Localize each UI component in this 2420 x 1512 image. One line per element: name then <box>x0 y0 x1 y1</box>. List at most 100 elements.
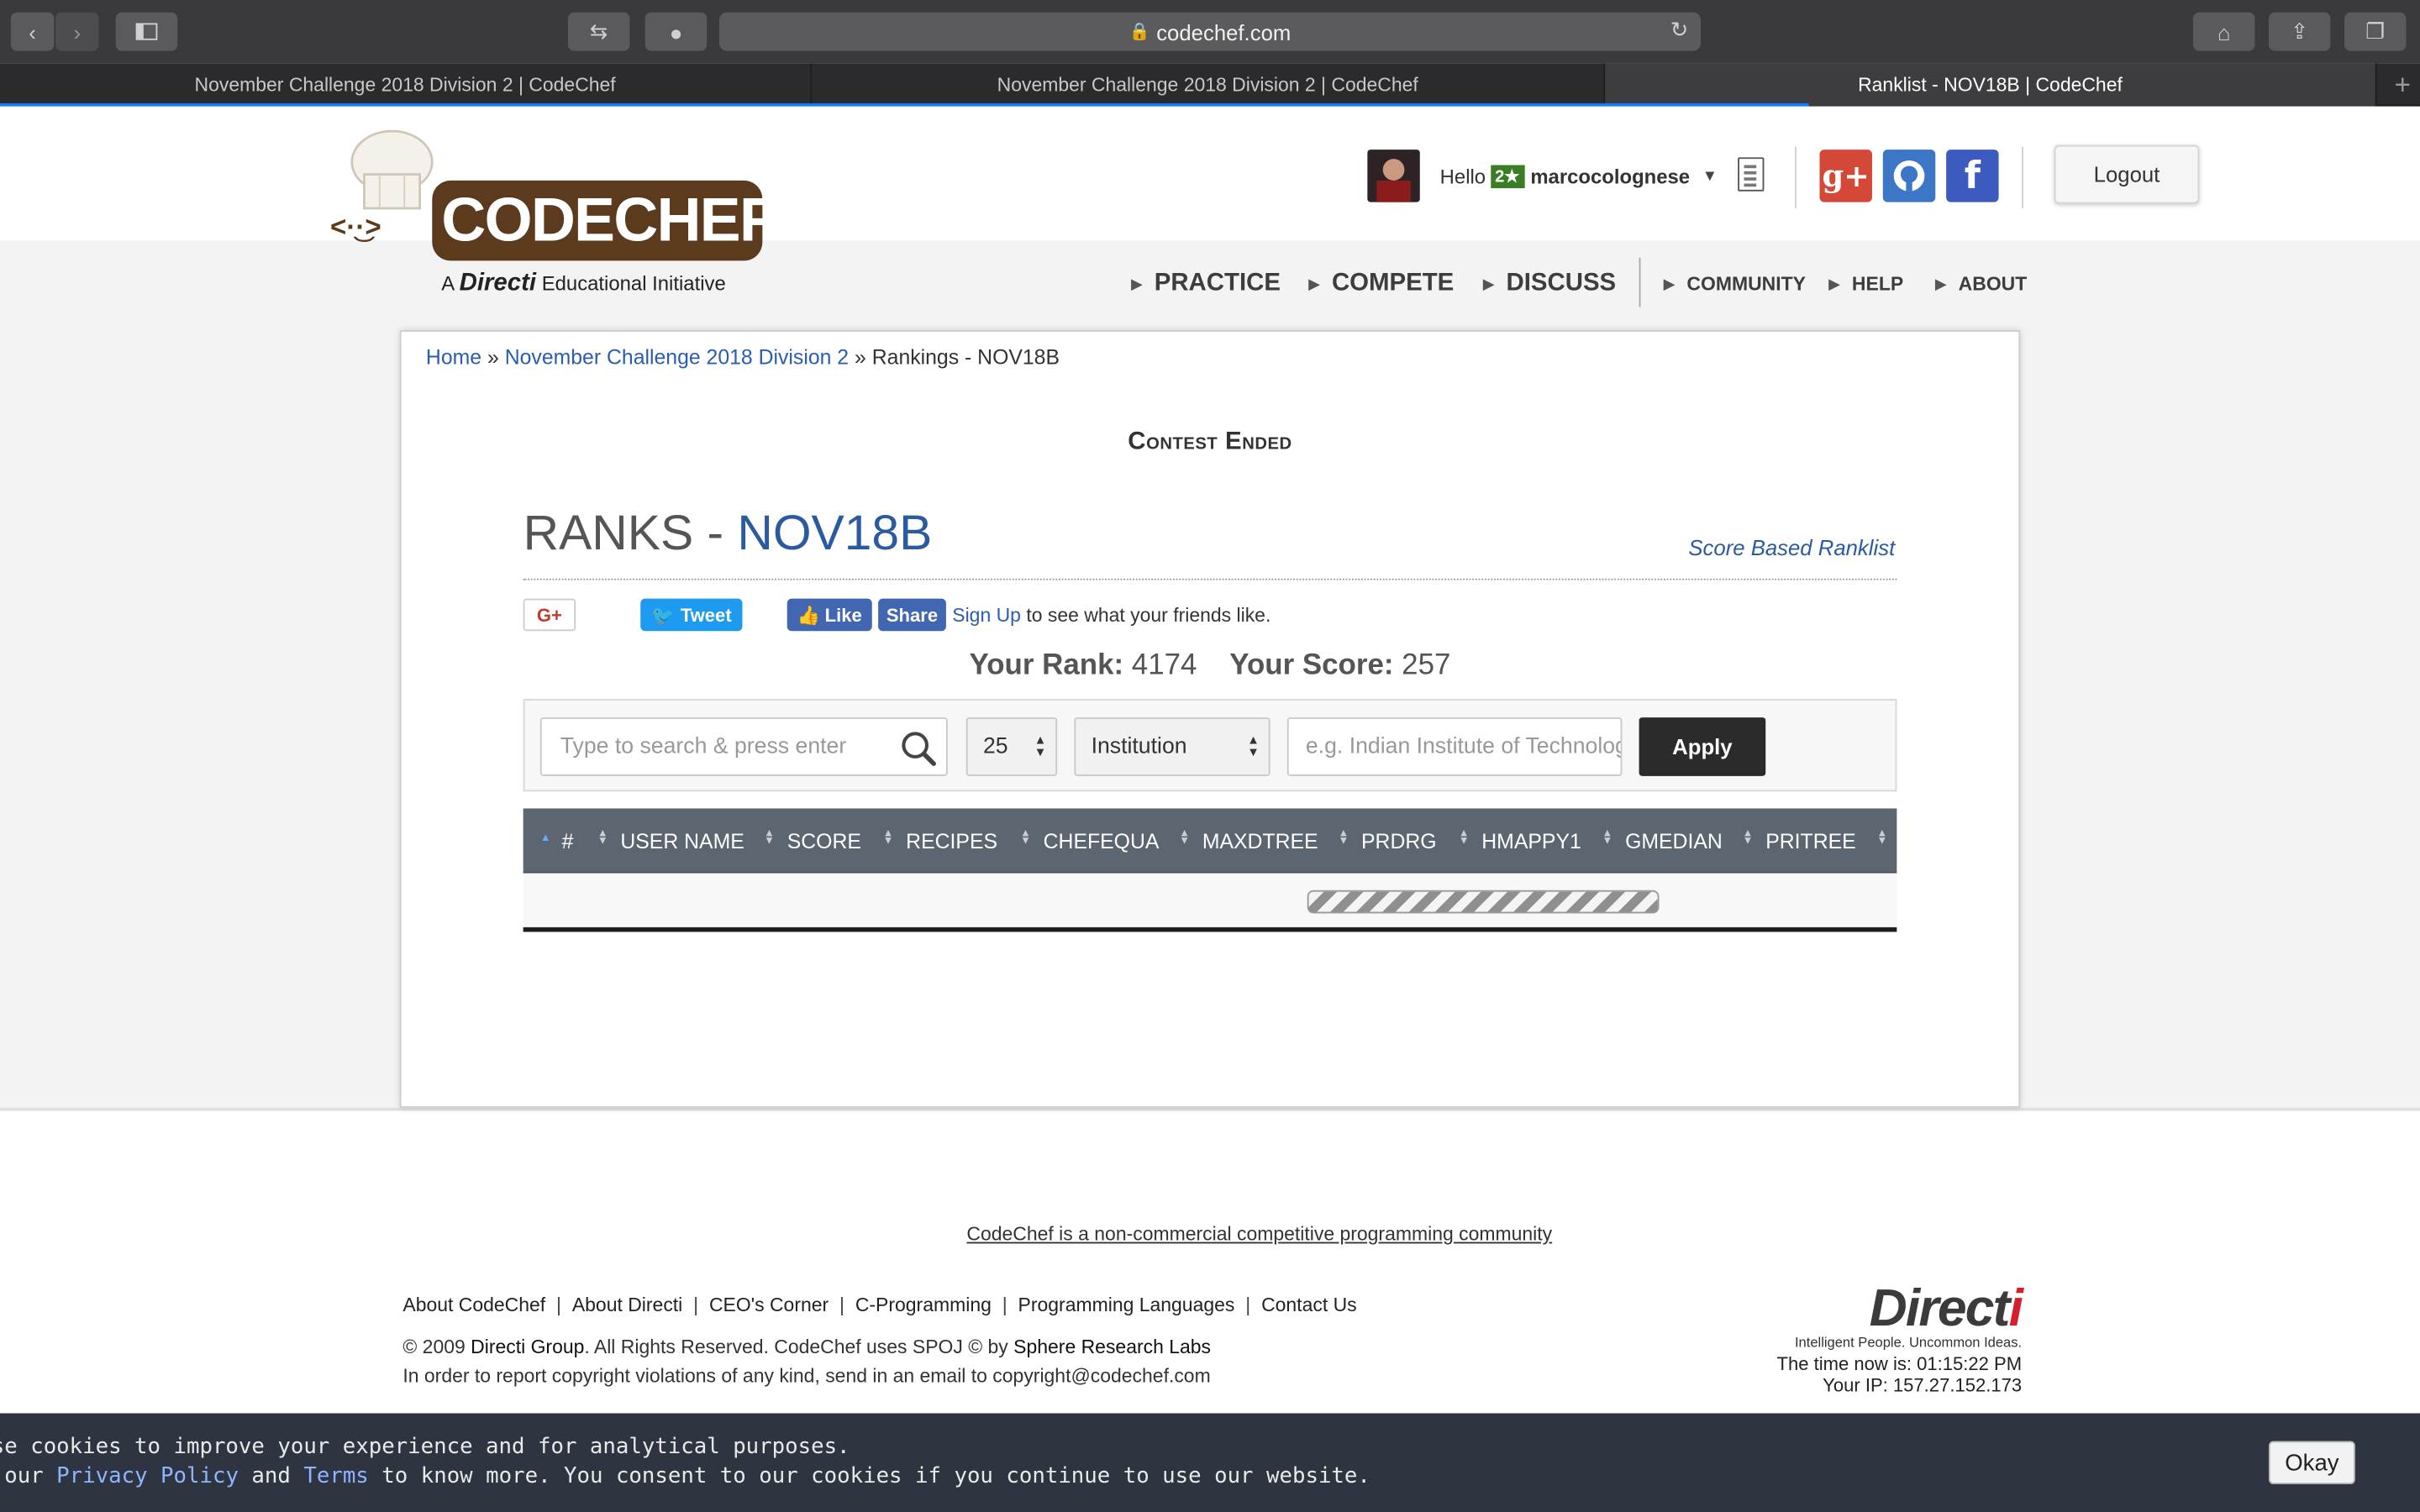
nav-label: ABOUT <box>1958 273 2028 295</box>
your-rank-score: Your Rank: 4174 Your Score: 257 <box>0 649 2420 683</box>
facebook-icon[interactable]: f <box>1946 150 1999 202</box>
tweet-button[interactable]: 🐦 Tweet <box>640 598 743 632</box>
contest-status: Contest Ended <box>1128 428 1292 455</box>
address-bar[interactable]: 🔒 codechef.com ↻ <box>718 12 1702 51</box>
column-hmappy1[interactable]: HMAPPY1 <box>1481 808 1581 873</box>
twitter-bird-icon: 🐦 <box>651 604 675 626</box>
sort-icon[interactable]: ▲ ▼ <box>1338 828 1349 847</box>
column-pritree[interactable]: PRITREE <box>1765 808 1855 873</box>
privacy-policy-link[interactable]: Privacy Policy <box>56 1464 239 1488</box>
nav-practice[interactable]: ▶ PRACTICE <box>1131 269 1281 300</box>
home-button[interactable]: ⌂ <box>2192 12 2255 51</box>
nav-community[interactable]: ▶ COMMUNITY <box>1664 269 1806 300</box>
tabs-overview-button[interactable]: ❐ <box>2344 12 2407 51</box>
new-tab-button[interactable]: + <box>2395 70 2411 102</box>
username[interactable]: marcocolognese <box>1530 165 1690 188</box>
sort-icon[interactable]: ▲ ▼ <box>1179 828 1190 847</box>
share-button[interactable]: ⇪ <box>2268 12 2331 51</box>
directi-group-link[interactable]: Directi Group <box>471 1336 584 1358</box>
nav-compete[interactable]: ▶ COMPETE <box>1309 269 1455 300</box>
directi-logo[interactable]: Directi <box>1775 1282 2023 1334</box>
github-icon[interactable] <box>1882 150 1936 202</box>
page-size-value: 25 <box>982 734 1008 759</box>
score-based-ranklist-link[interactable]: Score Based Ranklist <box>1688 535 1895 559</box>
nav-help[interactable]: ▶ HELP <box>1829 269 1904 300</box>
footer-link-c-programming[interactable]: C-Programming <box>855 1294 992 1316</box>
your-rank-value: 4174 <box>1131 649 1197 682</box>
back-button[interactable]: ‹ <box>10 12 55 51</box>
tabs-icon: ❐ <box>2365 18 2386 44</box>
sort-icon[interactable]: ▲ ▼ <box>1743 828 1754 847</box>
column-chefequa[interactable]: CHEFEQUA <box>1044 808 1160 873</box>
tab-2[interactable]: November Challenge 2018 Division 2 | Cod… <box>812 63 1606 107</box>
sort-icon[interactable]: ▲ ▼ <box>1602 828 1613 847</box>
column-label: PRITREE <box>1765 829 1856 853</box>
sort-icon[interactable]: ▲ ▼ <box>883 828 894 847</box>
avatar[interactable] <box>1367 150 1420 202</box>
breadcrumb-contest[interactable]: November Challenge 2018 Division 2 <box>505 345 849 369</box>
cookie-okay-button[interactable]: Okay <box>2268 1441 2355 1484</box>
your-score-label: Your Score: <box>1229 649 1394 682</box>
reload-icon[interactable]: ↻ <box>1670 17 1689 43</box>
column-label: USER NAME <box>620 829 744 853</box>
group-select[interactable]: Institution ▲ ▼ <box>1074 717 1270 776</box>
footer-link-about-directi[interactable]: About Directi <box>572 1294 682 1316</box>
institution-input[interactable]: e.g. Indian Institute of Technolog <box>1286 717 1623 776</box>
sort-asc-icon[interactable]: ▲ <box>540 833 551 844</box>
nav-label: HELP <box>1851 273 1904 295</box>
column-rank[interactable]: # <box>562 808 574 873</box>
codechef-logo[interactable]: <·͜·> CODECHEF A Directi Educational Ini… <box>330 128 777 301</box>
nav-about[interactable]: ▶ ABOUT <box>1935 269 2027 300</box>
google-plus-icon[interactable]: g+ <box>1819 150 1872 202</box>
nav-divider <box>1639 257 1641 307</box>
sphere-research-link[interactable]: Sphere Research Labs <box>1013 1336 1211 1358</box>
column-gmedian[interactable]: GMEDIAN <box>1625 808 1723 873</box>
terms-link[interactable]: Terms <box>303 1464 368 1488</box>
page-size-select[interactable]: 25 ▲ ▼ <box>965 717 1058 776</box>
thumbs-up-icon: 👍 <box>797 604 821 626</box>
search-icon[interactable] <box>900 730 937 767</box>
tab-1[interactable]: November Challenge 2018 Division 2 | Cod… <box>0 63 813 107</box>
facebook-signup-link[interactable]: Sign Up <box>952 604 1021 626</box>
nav-label: COMMUNITY <box>1686 273 1806 295</box>
user-menu[interactable]: Hello 2★ marcocolognese ▼ <box>1367 150 1718 202</box>
breadcrumb-sep: » <box>855 345 866 369</box>
tab-3-active[interactable]: Ranklist - NOV18B | CodeChef <box>1605 63 2377 107</box>
column-prdrg[interactable]: PRDRG <box>1361 808 1437 873</box>
facebook-like-button[interactable]: 👍 Like <box>786 598 872 632</box>
sort-icon[interactable]: ▲ ▼ <box>1459 828 1470 847</box>
url-text: codechef.com <box>1156 18 1292 45</box>
facebook-share-button[interactable]: Share <box>878 598 946 632</box>
breadcrumb-current: Rankings - NOV18B <box>871 345 1060 369</box>
column-maxdtree[interactable]: MAXDTREE <box>1202 808 1318 873</box>
contest-code: NOV18B <box>737 504 933 560</box>
share-icon: ⇪ <box>2290 18 2309 44</box>
column-username[interactable]: USER NAME <box>620 808 744 873</box>
footer-link-contact-us[interactable]: Contact Us <box>1261 1294 1357 1316</box>
caret-down-icon[interactable]: ▼ <box>1702 167 1718 184</box>
notes-icon[interactable] <box>1738 157 1765 192</box>
forward-button[interactable]: › <box>55 12 99 51</box>
google-plus-share-button[interactable]: G+ <box>523 598 576 632</box>
column-recipes[interactable]: RECIPES <box>906 808 997 873</box>
sidebar-toggle-button[interactable] <box>115 12 178 51</box>
footer-link-programming-languages[interactable]: Programming Languages <box>1018 1294 1235 1316</box>
extension-button[interactable]: ● <box>644 12 708 51</box>
column-label: # <box>561 829 574 853</box>
apply-button[interactable]: Apply <box>1639 717 1766 776</box>
sort-icon[interactable]: ▲ ▼ <box>1876 828 1887 847</box>
reader-button[interactable]: ⇆ <box>567 12 630 51</box>
community-link[interactable]: CodeChef is a non-commercial competitive… <box>0 1224 2420 1246</box>
search-input[interactable]: Type to search & press enter <box>539 717 948 776</box>
footer-link-ceo-corner[interactable]: CEO's Corner <box>709 1294 829 1316</box>
sort-icon[interactable]: ▲ ▼ <box>1020 828 1031 847</box>
nav-discuss[interactable]: ▶ DISCUSS <box>1483 269 1616 300</box>
footer-link-about-codechef[interactable]: About CodeChef <box>402 1294 545 1316</box>
sort-icon[interactable]: ▲ ▼ <box>764 828 775 847</box>
sort-icon[interactable]: ▲ ▼ <box>597 828 608 847</box>
header-divider <box>2022 146 2023 208</box>
logout-button[interactable]: Logout <box>2054 144 2200 204</box>
column-score[interactable]: SCORE <box>787 808 861 873</box>
breadcrumb-home[interactable]: Home <box>426 345 481 369</box>
breadcrumb: Home » November Challenge 2018 Division … <box>426 345 1060 369</box>
